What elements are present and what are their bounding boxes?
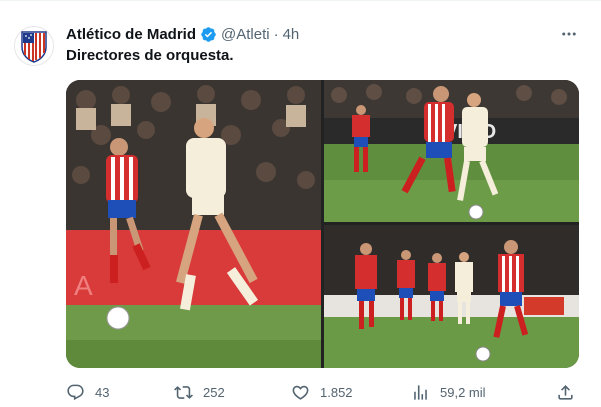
like-count: 1.852 <box>320 384 353 400</box>
divider <box>0 0 601 1</box>
author-handle[interactable]: @Atleti <box>221 26 270 43</box>
tweet-text: Directores de orquesta. <box>66 47 234 64</box>
more-dots-icon[interactable] <box>557 24 581 44</box>
atletico-crest-logo <box>21 31 47 63</box>
media-grid: A <box>66 80 579 368</box>
heart-icon <box>292 385 309 400</box>
svg-text:A: A <box>74 270 93 301</box>
photo-player-dribbling[interactable]: A <box>66 80 321 368</box>
views-button[interactable]: 59,2 mil <box>411 381 486 403</box>
retweet-icon <box>174 385 193 399</box>
verified-badge-icon <box>200 26 217 43</box>
photo-team-pressing[interactable] <box>324 225 579 368</box>
avatar[interactable] <box>14 26 54 66</box>
tweet-header: Atlético de Madrid @Atleti · 4h <box>66 24 299 44</box>
tweet-card[interactable]: Atlético de Madrid @Atleti · 4h Director… <box>0 0 601 407</box>
retweet-count: 252 <box>203 384 225 400</box>
photo-player-running-with-ball[interactable]: VIFIO <box>324 80 579 222</box>
share-icon <box>558 384 573 400</box>
reply-button[interactable]: 43 <box>66 381 109 403</box>
share-button[interactable] <box>556 381 575 403</box>
retweet-button[interactable]: 252 <box>174 381 225 403</box>
reply-count: 43 <box>95 384 110 400</box>
views-count: 59,2 mil <box>440 384 486 400</box>
separator-dot: · <box>273 25 279 43</box>
like-button[interactable]: 1.852 <box>291 381 353 403</box>
views-chart-icon <box>414 384 427 400</box>
action-bar: 43 252 1.852 59,2 mil <box>66 381 581 403</box>
tweet-time[interactable]: 4h <box>283 26 300 43</box>
author-name[interactable]: Atlético de Madrid <box>66 26 196 43</box>
reply-icon <box>67 384 84 400</box>
